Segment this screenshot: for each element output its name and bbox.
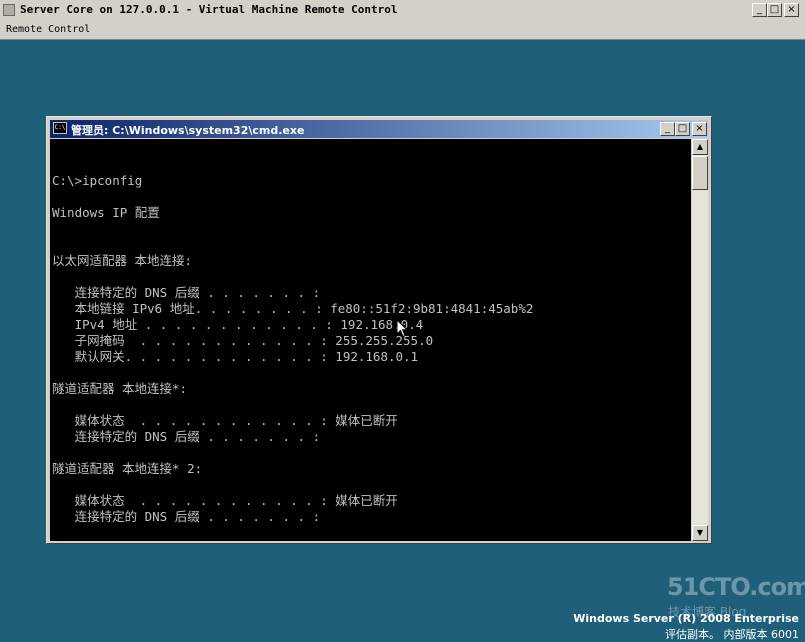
console-line: 连接特定的 DNS 后缀 . . . . . . . : (52, 285, 321, 300)
console-line: 隧道适配器 本地连接*: (52, 381, 188, 396)
console-line: 连接特定的 DNS 后缀 . . . . . . . : (52, 429, 321, 444)
console-scrollbar[interactable]: ▲ ▼ (692, 139, 708, 541)
console-line: 媒体状态 . . . . . . . . . . . . : 媒体已断开 (52, 493, 398, 508)
cmd-window[interactable]: C:\ 管理员: C:\Windows\system32\cmd.exe _ □… (46, 116, 712, 544)
menu-remote-control[interactable]: Remote Control (6, 24, 90, 35)
cmd-window-title: 管理员: C:\Windows\system32\cmd.exe (71, 124, 305, 137)
console-line: 媒体状态 . . . . . . . . . . . . : 媒体已断开 (52, 413, 398, 428)
cmd-close-button[interactable]: × (692, 122, 707, 136)
console-line: 本地链接 IPv6 地址. . . . . . . . : fe80::51f2… (52, 301, 534, 316)
vm-minimize-button[interactable]: _ (752, 3, 767, 17)
scroll-thumb[interactable] (692, 156, 708, 190)
console-line: C:\>ipconfig (52, 173, 143, 188)
console-line: Windows IP 配置 (52, 205, 160, 220)
vm-close-button[interactable]: × (784, 3, 799, 17)
vm-app-icon (3, 4, 15, 16)
cmd-titlebar[interactable]: C:\ 管理员: C:\Windows\system32\cmd.exe _ □… (50, 120, 708, 138)
console-line: IPv4 地址 . . . . . . . . . . . . : 192.16… (52, 317, 424, 332)
scroll-up-button[interactable]: ▲ (692, 139, 708, 155)
console-line: 子网掩码 . . . . . . . . . . . . : 255.255.2… (52, 333, 434, 348)
scroll-down-button[interactable]: ▼ (692, 525, 708, 541)
os-build-text: 评估副本。 内部版本 6001 (665, 628, 799, 641)
os-brand-text: Windows Server (R) 2008 Enterprise (573, 612, 799, 625)
console-output[interactable]: C:\>ipconfig Windows IP 配置 以太网适配器 本地连接: … (50, 139, 691, 541)
cmd-app-icon: C:\ (53, 122, 67, 134)
cmd-window-controls: _ □ × (660, 122, 707, 136)
watermark-logo: 51CTO.com (667, 573, 805, 601)
vm-titlebar[interactable]: Server Core on 127.0.0.1 - Virtual Machi… (0, 0, 805, 23)
vm-window-title: Server Core on 127.0.0.1 - Virtual Machi… (20, 3, 398, 16)
mouse-pointer-icon (396, 319, 408, 338)
console-line: 隧道适配器 本地连接* 2: (52, 461, 203, 476)
console-line: 连接特定的 DNS 后缀 . . . . . . . : (52, 509, 321, 524)
vm-menubar: Remote Control (0, 22, 805, 40)
console-text: C:\>ipconfig Windows IP 配置 以太网适配器 本地连接: … (52, 173, 533, 525)
vm-maximize-button[interactable]: □ (767, 3, 782, 17)
vm-window-controls: _ □ × (752, 3, 799, 17)
console-line: 以太网适配器 本地连接: (52, 253, 193, 268)
cmd-maximize-button[interactable]: □ (675, 122, 690, 136)
cmd-minimize-button[interactable]: _ (660, 122, 675, 136)
console-line: 默认网关. . . . . . . . . . . . . : 192.168.… (52, 349, 419, 364)
